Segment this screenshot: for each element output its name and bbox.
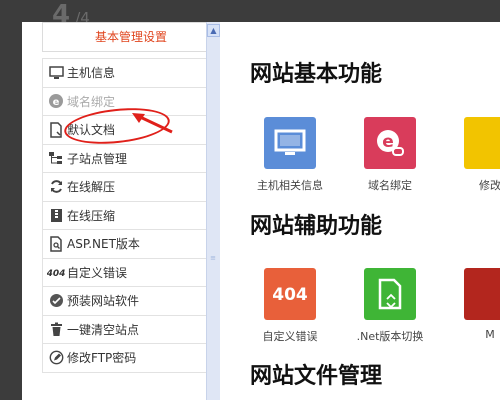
section-title-files: 网站文件管理 (250, 364, 383, 389)
sidebar-item-aspnet[interactable]: ASP.NET版本 (42, 230, 220, 259)
tile-modify[interactable]: 修改 (450, 117, 500, 193)
main-content: 网站基本功能 主机相关信息 e 域名绑定 修改 网站辅助功能 404 自定义错误… (250, 22, 500, 400)
tile-label: 修改 (479, 179, 500, 192)
software-icon (47, 292, 65, 310)
404-icon: 404 (47, 263, 65, 281)
svg-text:e: e (382, 132, 394, 152)
m-icon (464, 268, 500, 320)
section-title-basic: 网站基本功能 (250, 62, 383, 87)
pencil-circle-icon (47, 349, 65, 367)
annotation-arrow-icon (132, 113, 173, 134)
sidebar-item-label: 一键清空站点 (67, 322, 140, 337)
sidebar-item-clear-site[interactable]: 一键清空站点 (42, 315, 220, 344)
domain-e-icon: e (47, 92, 65, 110)
sidebar-item-label: 在线压缩 (67, 208, 116, 223)
sidebar-item-label: 子站点管理 (67, 151, 128, 166)
sidebar-item-custom-error[interactable]: 404 自定义错误 (42, 258, 220, 287)
tile-label: M (485, 328, 495, 341)
sidebar-item-label: 修改FTP密码 (67, 351, 137, 366)
domain-e-icon: e (364, 117, 416, 169)
sidebar-menu: 主机信息 e 域名绑定 默认文档 子站点管理 在线解压 在线压缩 ASP.NET… (42, 58, 220, 373)
sidebar-item-host-info[interactable]: 主机信息 (42, 59, 220, 88)
doc-search-icon (47, 235, 65, 253)
tile-label: 自定义错误 (262, 330, 318, 343)
monitor-icon (47, 64, 65, 82)
sidebar-item-ftp-password[interactable]: 修改FTP密码 (42, 344, 220, 373)
archive-icon (47, 206, 65, 224)
404-icon: 404 (264, 268, 316, 320)
sidebar-item-unzip[interactable]: 在线解压 (42, 173, 220, 202)
svg-text:404: 404 (47, 269, 65, 277)
sidebar-item-label: ASP.NET版本 (67, 237, 140, 252)
tile-label: .Net版本切换 (356, 330, 424, 343)
sidebar-item-label: 自定义错误 (67, 265, 128, 280)
svg-text:404: 404 (272, 285, 308, 305)
sidebar-item-label: 主机信息 (67, 66, 116, 81)
edit-icon (464, 117, 500, 169)
scroll-grip-icon[interactable]: ≡ (209, 254, 217, 262)
sidebar: 基本管理设置 主机信息 e 域名绑定 默认文档 子站点管理 在线解压 在线压缩 … (42, 22, 220, 373)
sidebar-item-subsite[interactable]: 子站点管理 (42, 144, 220, 173)
doc-switch-icon (364, 268, 416, 320)
document-icon (47, 121, 65, 139)
sidebar-item-zip[interactable]: 在线压缩 (42, 201, 220, 230)
monitor-icon (264, 117, 316, 169)
tile-label: 域名绑定 (368, 179, 412, 192)
sidebar-scrollbar[interactable]: ▲ ≡ (206, 22, 220, 400)
tile-m[interactable]: M (450, 268, 500, 341)
svg-text:e: e (53, 97, 60, 108)
section-title-aux: 网站辅助功能 (250, 214, 383, 239)
sidebar-item-label: 预装网站软件 (67, 294, 140, 309)
tile-custom-error[interactable]: 404 自定义错误 (250, 268, 330, 344)
sidebar-header: 基本管理设置 (42, 22, 220, 52)
sidebar-item-preinstall[interactable]: 预装网站软件 (42, 287, 220, 316)
tile-host-info[interactable]: 主机相关信息 (250, 117, 330, 193)
trash-icon (47, 320, 65, 338)
tile-domain-binding[interactable]: e 域名绑定 (350, 117, 430, 193)
sidebar-item-label: 在线解压 (67, 180, 116, 195)
sidebar-item-label: 域名绑定 (67, 94, 116, 109)
subsite-icon (47, 149, 65, 167)
tile-label: 主机相关信息 (257, 179, 323, 192)
refresh-icon (47, 178, 65, 196)
tile-net-version[interactable]: .Net版本切换 (350, 268, 430, 344)
scroll-up-icon[interactable]: ▲ (207, 24, 220, 37)
